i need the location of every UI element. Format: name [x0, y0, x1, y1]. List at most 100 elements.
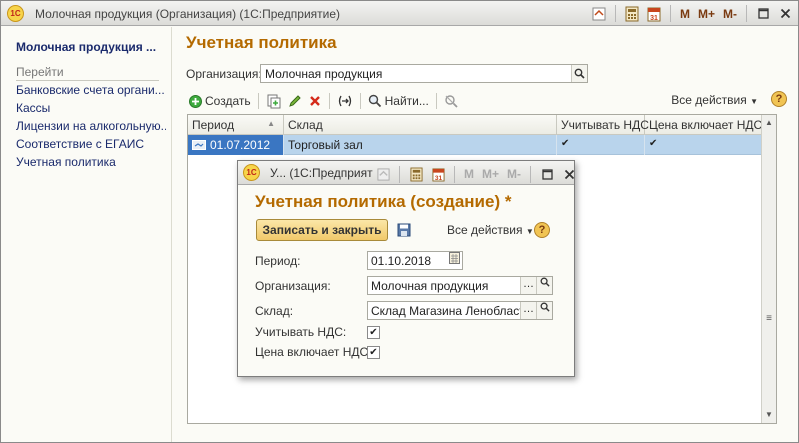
pencil-icon	[288, 94, 301, 107]
select-button[interactable]: …	[520, 302, 536, 319]
dialog-heading: Учетная политика (создание) *	[255, 192, 512, 211]
org-field-label: Организация:	[255, 279, 331, 293]
select-button[interactable]: …	[520, 277, 536, 294]
help-icon[interactable]: ?	[534, 222, 550, 238]
sidebar-item-alcohol-licenses[interactable]: Лицензии на алкогольную...	[16, 119, 166, 133]
titlebar-tools: 31 M M+ M-	[590, 4, 794, 23]
warehouse-label: Склад:	[255, 304, 294, 318]
memory-button[interactable]: M	[462, 167, 476, 181]
scroll-grip-icon[interactable]: ≡	[762, 312, 776, 326]
warehouse-field[interactable]: Склад Магазина Ленобласть …	[367, 301, 553, 320]
create-dialog: 1С У... (1С:Предприят 31 M M+ M- Учетная…	[237, 160, 575, 377]
memory-minus-button[interactable]: M-	[505, 167, 523, 181]
column-header-warehouse[interactable]: Склад	[284, 115, 557, 134]
create-button[interactable]: Создать	[186, 91, 254, 111]
record-icon	[192, 140, 206, 150]
close-button[interactable]	[776, 5, 794, 23]
save-icon[interactable]	[397, 223, 411, 237]
dialog-all-actions-label: Все действия	[447, 223, 523, 237]
sidebar-title[interactable]: Молочная продукция ...	[16, 40, 156, 54]
find-label: Найти...	[384, 94, 429, 108]
calculator-icon[interactable]	[407, 165, 425, 183]
table-cell-warehouse[interactable]: Торговый зал	[284, 135, 557, 155]
divider	[746, 5, 747, 22]
divider	[359, 93, 361, 109]
divider	[399, 165, 400, 183]
dialog-all-actions-menu[interactable]: Все действия ▼	[447, 223, 534, 237]
cancel-search-icon	[445, 95, 458, 108]
vat-label: Учитывать НДС:	[255, 325, 347, 339]
table-row[interactable]: 01.07.2012 Торговый зал ✔ ✔	[188, 135, 762, 155]
all-actions-menu[interactable]: Все действия ▼	[671, 93, 758, 107]
window-titlebar: 1С Молочная продукция (Организация) (1С:…	[1, 1, 798, 26]
org-label: Организация:	[186, 67, 262, 81]
org-field-value: Молочная продукция	[371, 279, 489, 293]
calculator-icon[interactable]	[623, 5, 641, 23]
divider	[257, 93, 259, 109]
memory-plus-button[interactable]: M+	[696, 7, 717, 21]
app-logo: 1С	[7, 5, 24, 22]
svg-text:31: 31	[650, 15, 658, 22]
help-icon[interactable]: ?	[771, 91, 787, 107]
dialog-titlebar-tools: 31 M M+ M-	[374, 165, 578, 183]
close-button[interactable]	[560, 165, 578, 183]
calendar-icon[interactable]: 31	[645, 5, 663, 23]
vat-checkbox[interactable]: ✔	[367, 326, 380, 339]
search-icon[interactable]	[571, 65, 587, 82]
scroll-down-icon[interactable]: ▼	[762, 408, 776, 422]
period-field[interactable]: 01.10.2018	[367, 251, 463, 270]
period-value: 01.10.2018	[371, 254, 432, 268]
memory-plus-button[interactable]: M+	[480, 167, 501, 181]
table-scrollbar[interactable]: ▲ ≡ ▼	[761, 115, 776, 423]
table-cell-price-incl-vat[interactable]: ✔	[645, 135, 762, 155]
cancel-search-button[interactable]	[441, 91, 463, 111]
period-label: Период:	[255, 254, 301, 268]
divider	[454, 165, 455, 183]
app-logo: 1С	[243, 164, 260, 181]
maximize-button[interactable]	[538, 165, 556, 183]
interval-button[interactable]	[334, 91, 356, 111]
search-icon[interactable]	[536, 302, 552, 319]
calendar-icon[interactable]	[446, 252, 462, 269]
table-cell-vat[interactable]: ✔	[557, 135, 645, 155]
maximize-button[interactable]	[754, 5, 772, 23]
window-title: Молочная продукция (Организация) (1С:Пре…	[35, 7, 341, 21]
divider	[530, 165, 532, 183]
table-header: Период ▲ Склад Учитывать НДС Цена включа…	[188, 115, 762, 135]
memory-minus-button[interactable]: M-	[721, 7, 739, 21]
divider	[614, 5, 616, 22]
svg-text:31: 31	[434, 175, 442, 182]
org-filter-value: Молочная продукция	[265, 67, 383, 81]
org-field[interactable]: Молочная продукция …	[367, 276, 553, 295]
edit-button[interactable]	[284, 91, 305, 111]
sidebar: Молочная продукция ... Перейти Банковски…	[2, 27, 172, 442]
column-header-vat[interactable]: Учитывать НДС	[557, 115, 649, 134]
chevron-down-icon: ▼	[750, 97, 758, 106]
delete-button[interactable]	[305, 91, 325, 111]
home-icon[interactable]	[374, 165, 392, 183]
delete-icon	[309, 96, 320, 106]
find-button[interactable]: Найти...	[365, 91, 432, 111]
divider	[669, 5, 671, 22]
sidebar-item-bank-accounts[interactable]: Банковские счета органи...	[16, 83, 166, 97]
memory-button[interactable]: M	[678, 7, 692, 21]
dialog-titlebar: 1С У... (1С:Предприят 31 M M+ M-	[238, 161, 574, 185]
price-incl-vat-checkbox[interactable]: ✔	[367, 346, 380, 359]
column-header-period[interactable]: Период ▲	[188, 115, 284, 134]
search-icon[interactable]	[536, 277, 552, 294]
home-icon[interactable]	[590, 5, 608, 23]
save-and-close-button[interactable]: Записать и закрыть	[256, 219, 388, 241]
calendar-icon[interactable]: 31	[429, 165, 447, 183]
all-actions-label: Все действия	[671, 93, 747, 107]
sidebar-item-accounting-policy[interactable]: Учетная политика	[16, 155, 166, 169]
copy-button[interactable]	[263, 91, 284, 111]
sidebar-item-egais[interactable]: Соответствие с ЕГАИС	[16, 137, 166, 151]
sidebar-item-cash-desks[interactable]: Кассы	[16, 101, 166, 115]
find-icon	[368, 94, 381, 108]
plus-icon	[189, 94, 202, 108]
column-header-price-incl-vat[interactable]: Цена включает НДС	[645, 115, 762, 134]
table-cell-period[interactable]: 01.07.2012	[188, 135, 284, 155]
scroll-up-icon[interactable]: ▲	[762, 116, 776, 130]
org-filter-field[interactable]: Молочная продукция	[260, 64, 588, 83]
copy-icon	[267, 94, 281, 108]
